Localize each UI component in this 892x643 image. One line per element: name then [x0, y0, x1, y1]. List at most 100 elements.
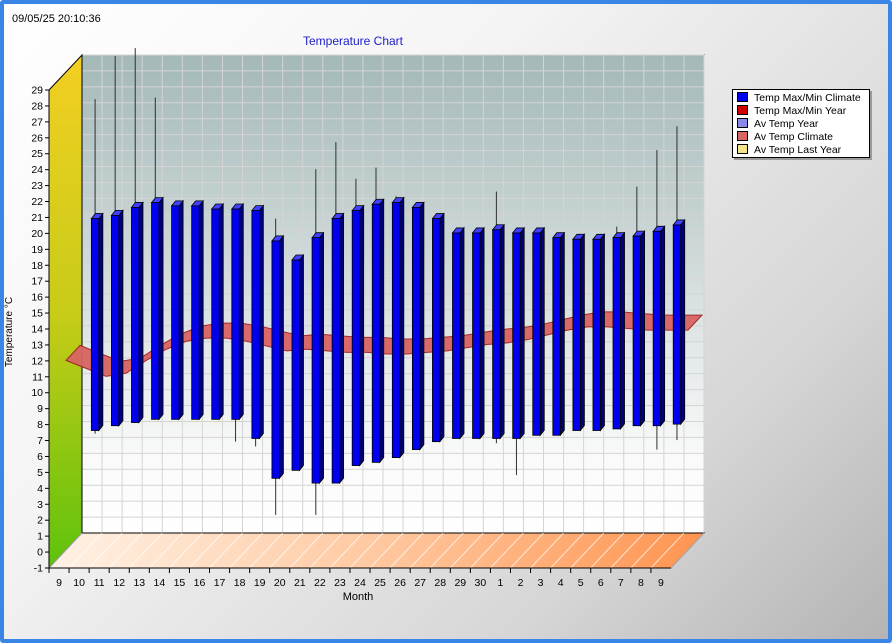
y-tick-label: 6: [37, 451, 43, 463]
temp-max-min-climate-bar: [432, 218, 441, 443]
y-tick-label: 29: [31, 85, 43, 97]
temp-max-min-climate-bar: [612, 237, 621, 430]
y-tick-label: -1: [34, 563, 43, 575]
y-tick-label: 28: [31, 100, 43, 112]
y-tick-label: 1: [37, 531, 43, 543]
y-tick-label: 4: [37, 483, 43, 495]
y-tick-label: 24: [31, 164, 43, 176]
y-tick-label: 2: [37, 515, 43, 527]
bar-side: [158, 196, 164, 421]
y-tick-label: 22: [31, 196, 43, 208]
x-tick-label: 10: [73, 577, 85, 589]
x-tick-label: 25: [374, 577, 386, 589]
temp-max-min-climate-bar: [131, 207, 140, 423]
x-tick-label: 13: [133, 577, 145, 589]
x-tick-label: 18: [234, 577, 246, 589]
y-tick-label: 17: [31, 276, 43, 288]
temp-max-min-climate-bar: [331, 218, 341, 484]
x-tick-label: 5: [578, 577, 584, 589]
y-tick-label: 3: [37, 499, 43, 511]
bar-side: [258, 204, 264, 440]
x-tick-label: 9: [658, 577, 664, 589]
bar-side: [218, 202, 224, 421]
floor: [47, 532, 706, 569]
temp-max-min-climate-bar: [371, 203, 381, 463]
x-tick-label: 30: [475, 577, 487, 589]
x-tick-label: 14: [154, 577, 166, 589]
y-tick-label: 27: [31, 116, 43, 128]
bar-side: [519, 226, 525, 440]
bar-side: [118, 209, 124, 427]
temp-max-min-climate-bar: [532, 232, 541, 436]
legend-label: Temp Max/Min Year: [754, 105, 847, 117]
x-tick-label: 15: [174, 577, 186, 589]
x-tick-label: 26: [394, 577, 406, 589]
y-tick-label: 23: [31, 180, 43, 192]
bar-side: [660, 225, 666, 427]
x-tick-label: 4: [558, 577, 564, 589]
legend-label: Av Temp Year: [754, 118, 819, 130]
legend-label: Temp Max/Min Climate: [754, 92, 861, 104]
legend-swatch: [737, 118, 748, 128]
y-tick-label: 13: [31, 339, 43, 351]
legend-swatch: [737, 131, 748, 141]
temp-max-min-climate-bar: [90, 218, 100, 431]
x-tick-label: 12: [113, 577, 125, 589]
legend-label: Av Temp Climate: [754, 131, 833, 143]
bar-side: [178, 199, 184, 421]
bar-side: [279, 234, 284, 480]
left-wall: [48, 53, 83, 570]
y-tick-label: 0: [37, 547, 43, 559]
bar-side: [559, 231, 565, 437]
legend-item: Temp Max/Min Climate: [737, 92, 869, 105]
bar-side: [98, 212, 104, 432]
x-tick-label: 3: [538, 577, 544, 589]
y-tick-label: 8: [37, 419, 43, 431]
temp-max-min-climate-bar: [271, 240, 280, 479]
temp-max-min-climate-bar: [391, 202, 401, 458]
legend-item: Av Temp Last Year: [737, 144, 869, 157]
y-tick-label: 21: [31, 212, 43, 224]
bar-side: [399, 196, 405, 459]
temp-max-min-climate-bar: [171, 205, 180, 420]
legend-label: Av Temp Last Year: [754, 144, 842, 156]
legend-item: Temp Max/Min Year: [737, 105, 869, 118]
x-tick-label: 21: [294, 577, 306, 589]
bar-side: [359, 204, 365, 467]
x-tick-label: 8: [638, 577, 644, 589]
bar-side: [198, 199, 204, 421]
y-tick-label: 15: [31, 308, 43, 320]
x-tick-label: 27: [414, 577, 426, 589]
bar-side: [439, 212, 445, 443]
temp-max-min-climate-bar: [652, 230, 662, 427]
temp-max-min-climate-bar: [512, 232, 521, 439]
y-tick-label: 5: [37, 467, 43, 479]
x-tick-label: 17: [214, 577, 226, 589]
y-tick-label: 10: [31, 387, 43, 399]
y-tick-label: 14: [31, 324, 43, 336]
temp-max-min-climate-bar: [592, 238, 601, 431]
x-axis-label: Month: [343, 591, 374, 603]
y-tick-label: 12: [31, 355, 43, 367]
bar-side: [339, 212, 345, 485]
bar-side: [539, 226, 545, 437]
x-tick-label: 20: [274, 577, 286, 589]
bar-side: [579, 233, 585, 432]
x-tick-label: 11: [94, 577, 105, 589]
chart-legend: Temp Max/Min Climate Temp Max/Min Year Av …: [732, 89, 870, 158]
x-tick-label: 28: [434, 577, 446, 589]
temp-max-min-climate-bar: [191, 205, 200, 420]
bar-side: [419, 201, 425, 451]
legend-swatch: [737, 92, 748, 102]
temp-max-min-climate-bar: [231, 208, 240, 420]
bar-side: [620, 231, 625, 431]
x-tick-label: 24: [354, 577, 366, 589]
temp-max-min-climate-bar: [111, 214, 120, 427]
legend-item: Av Temp Climate: [737, 131, 869, 144]
temp-max-min-climate-bar: [632, 235, 641, 427]
temp-max-min-climate-bar: [411, 207, 421, 451]
x-tick-label: 9: [56, 577, 62, 589]
temp-max-min-climate-bar: [472, 232, 481, 439]
legend-swatch: [737, 144, 748, 154]
bar-side: [299, 253, 304, 472]
